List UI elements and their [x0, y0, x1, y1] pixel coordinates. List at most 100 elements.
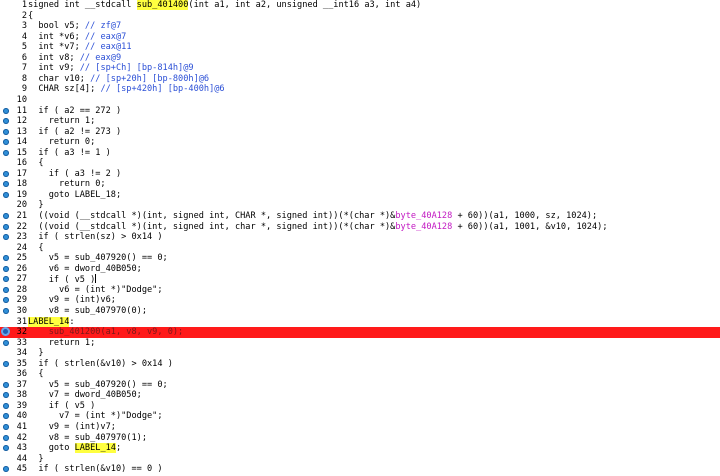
breakpoint-dot-icon[interactable]	[3, 381, 9, 388]
line-gutter[interactable]: 5	[0, 42, 28, 53]
code-text[interactable]: return 0;	[28, 137, 96, 148]
breakpoint-dot-icon[interactable]	[3, 191, 9, 198]
line-gutter[interactable]: 36	[0, 369, 28, 380]
code-text[interactable]: goto LABEL_18;	[28, 190, 121, 201]
line-gutter[interactable]: 8	[0, 74, 28, 85]
line-gutter[interactable]: 11	[0, 106, 28, 117]
code-line[interactable]: 3 bool v5; // zf@7	[0, 21, 720, 32]
breakpoint-dot-icon[interactable]	[3, 128, 9, 135]
breakpoint-dot-icon[interactable]	[3, 286, 9, 293]
line-gutter[interactable]: 43	[0, 443, 28, 454]
breakpoint-dot-icon[interactable]	[3, 170, 9, 177]
code-text[interactable]: v6 = dword_40B050;	[28, 264, 142, 275]
breakpoint-dot-icon[interactable]	[3, 118, 9, 125]
highlighted-identifier[interactable]: sub_401400	[136, 0, 189, 10]
line-gutter[interactable]: 21	[0, 211, 28, 222]
code-line[interactable]: 2{	[0, 11, 720, 22]
line-gutter[interactable]: 17	[0, 169, 28, 180]
line-gutter[interactable]: 23	[0, 232, 28, 243]
code-line[interactable]: 11 if ( a2 == 272 )	[0, 106, 720, 117]
code-text[interactable]: goto LABEL_14;	[28, 443, 121, 454]
code-text[interactable]: char v10; // [sp+20h] [bp-800h]@6	[28, 74, 209, 85]
code-line[interactable]: 33 return 1;	[0, 338, 720, 349]
code-text[interactable]: sub_401200(a1, v8, v9, 0);	[28, 327, 184, 338]
highlighted-identifier[interactable]: LABEL_14	[28, 316, 70, 327]
breakpoint-dot-icon[interactable]	[3, 339, 9, 346]
code-text[interactable]: }	[28, 454, 43, 465]
code-text[interactable]: if ( v5 )	[28, 401, 96, 412]
breakpoint-dot-icon[interactable]	[3, 445, 9, 452]
code-text[interactable]: v6 = (int *)"Dodge";	[28, 285, 163, 296]
breakpoint-dot-icon[interactable]	[3, 265, 9, 272]
line-gutter[interactable]: 44	[0, 454, 28, 465]
line-gutter[interactable]: 15	[0, 148, 28, 159]
code-line[interactable]: 35 if ( strlen(&v10) > 0x14 )	[0, 359, 720, 370]
code-line-current[interactable]: 32 sub_401200(a1, v8, v9, 0);	[0, 327, 720, 339]
line-gutter[interactable]: 3	[0, 21, 28, 32]
code-text[interactable]: int *v7; // eax@11	[28, 42, 131, 53]
line-gutter[interactable]: 22	[0, 222, 28, 233]
breakpoint-dot-icon[interactable]	[3, 213, 9, 219]
breakpoint-dot-icon[interactable]	[3, 181, 9, 188]
line-gutter[interactable]: 40	[0, 411, 28, 422]
code-text[interactable]: return 0;	[28, 179, 106, 190]
code-line[interactable]: 44 }	[0, 454, 720, 465]
line-gutter[interactable]: 20	[0, 200, 28, 211]
code-line[interactable]: 22 ((void (__stdcall *)(int, signed int,…	[0, 222, 720, 233]
code-text[interactable]: v5 = sub_407920() == 0;	[28, 380, 168, 391]
code-line[interactable]: 29 v9 = (int)v6;	[0, 295, 720, 306]
line-gutter[interactable]: 38	[0, 390, 28, 401]
code-text[interactable]: if ( a3 != 2 )	[28, 169, 121, 180]
global-symbol[interactable]: byte_40A128	[395, 222, 452, 232]
code-text[interactable]: v9 = (int)v6;	[28, 295, 116, 306]
code-line[interactable]: 39 if ( v5 )	[0, 401, 720, 412]
code-text[interactable]: v9 = (int)v7;	[28, 422, 116, 433]
code-line[interactable]: 19 goto LABEL_18;	[0, 190, 720, 201]
code-line[interactable]: 34 }	[0, 348, 720, 359]
code-line[interactable]: 12 return 1;	[0, 116, 720, 127]
line-gutter[interactable]: 33	[0, 338, 28, 349]
line-gutter[interactable]: 2	[0, 11, 28, 22]
breakpoint-dot-icon[interactable]	[3, 307, 9, 314]
code-line[interactable]: 28 v6 = (int *)"Dodge";	[0, 285, 720, 296]
breakpoint-dot-icon[interactable]	[3, 276, 9, 283]
code-line[interactable]: 7 int v9; // [sp+Ch] [bp-814h]@9	[0, 63, 720, 74]
code-line[interactable]: 5 int *v7; // eax@11	[0, 42, 720, 53]
line-gutter[interactable]: 26	[0, 264, 28, 275]
code-line[interactable]: 6 int v8; // eax@9	[0, 53, 720, 64]
line-gutter[interactable]: 13	[0, 127, 28, 138]
code-line[interactable]: 31 LABEL_14:	[0, 316, 720, 328]
code-line[interactable]: 4 int *v6; // eax@7	[0, 32, 720, 43]
code-text[interactable]: ((void (__stdcall *)(int, signed int, ch…	[28, 222, 607, 233]
line-gutter[interactable]: 25	[0, 253, 28, 264]
code-line[interactable]: 37 v5 = sub_407920() == 0;	[0, 380, 720, 391]
code-line[interactable]: 25 v5 = sub_407920() == 0;	[0, 253, 720, 264]
breakpoint-dot-icon[interactable]	[3, 297, 9, 304]
code-line[interactable]: 14 return 0;	[0, 137, 720, 148]
line-gutter[interactable]: 7	[0, 63, 28, 74]
line-gutter[interactable]: 14	[0, 137, 28, 148]
code-line[interactable]: 43 goto LABEL_14;	[0, 443, 720, 454]
line-gutter[interactable]: 31	[0, 317, 28, 328]
code-text[interactable]: v8 = sub_407970(0);	[28, 306, 147, 317]
code-text[interactable]: bool v5; // zf@7	[28, 21, 121, 32]
breakpoint-dot-icon[interactable]	[3, 107, 9, 114]
code-line[interactable]: 42 v8 = sub_407970(1);	[0, 433, 720, 444]
code-text[interactable]: if ( strlen(&v10) == 0 )	[28, 464, 162, 475]
code-line[interactable]: 40 v7 = (int *)"Dodge";	[0, 411, 720, 422]
code-line[interactable]: 26 v6 = dword_40B050;	[0, 264, 720, 275]
code-line[interactable]: 18 return 0;	[0, 179, 720, 190]
code-text[interactable]: v7 = (int *)"Dodge";	[28, 411, 163, 422]
breakpoint-dot-icon[interactable]	[3, 424, 9, 430]
breakpoint-dot-icon[interactable]	[3, 223, 9, 230]
code-text[interactable]: LABEL_14:	[28, 316, 75, 328]
code-line[interactable]: 10	[0, 95, 720, 106]
line-gutter[interactable]: 16	[0, 158, 28, 169]
code-text[interactable]: return 1;	[28, 116, 96, 127]
code-text[interactable]: {	[28, 369, 43, 380]
code-line[interactable]: 45 if ( strlen(&v10) == 0 )	[0, 464, 720, 475]
code-text[interactable]: return 1;	[28, 338, 96, 349]
line-gutter[interactable]: 12	[0, 116, 28, 127]
breakpoint-dot-icon[interactable]	[3, 413, 9, 420]
code-line[interactable]: 36 {	[0, 369, 720, 380]
